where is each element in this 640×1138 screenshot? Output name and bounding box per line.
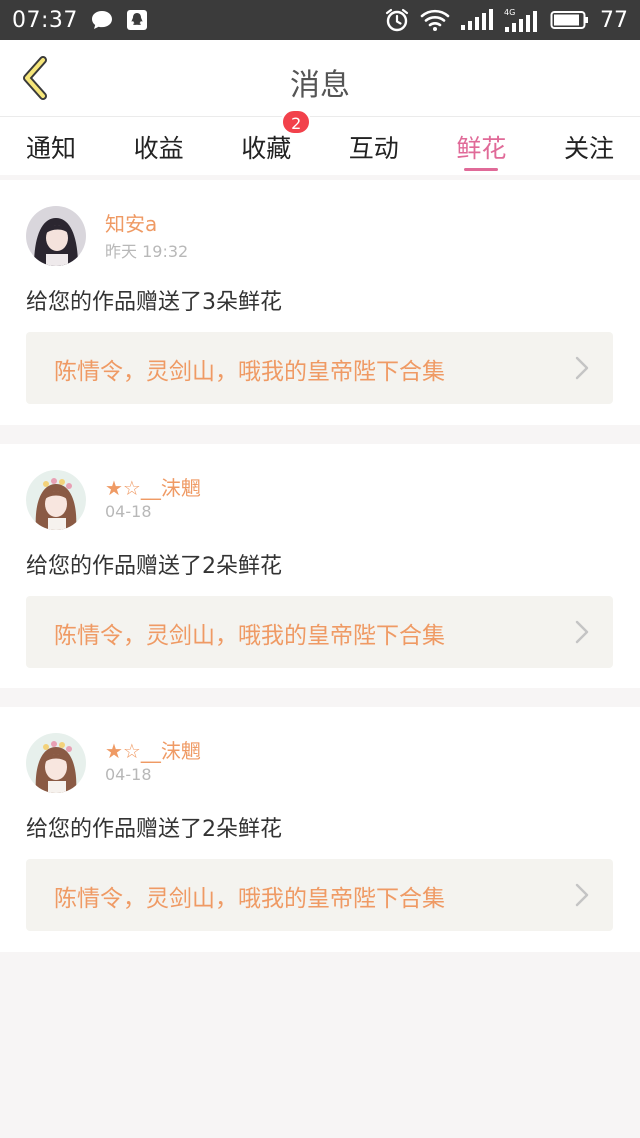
message-card: ★☆__沫魍 04-18 给您的作品赠送了2朵鲜花 陈情令，灵剑山，哦我的皇帝陛… [0, 707, 640, 952]
alarm-icon [384, 7, 410, 33]
tab-label: 互动 [348, 134, 399, 163]
status-time: 07:37 [12, 7, 78, 33]
tab-notifications[interactable]: 通知 [26, 117, 76, 175]
work-link[interactable]: 陈情令，灵剑山，哦我的皇帝陛下合集 [26, 332, 613, 404]
message-card: ★☆__沫魍 04-18 给您的作品赠送了2朵鲜花 陈情令，灵剑山，哦我的皇帝陛… [0, 444, 640, 688]
work-title: 陈情令，灵剑山，哦我的皇帝陛下合集 [54, 359, 445, 385]
message-bubble-icon [90, 9, 114, 31]
message-text: 给您的作品赠送了2朵鲜花 [26, 817, 282, 842]
work-link[interactable]: 陈情令，灵剑山，哦我的皇帝陛下合集 [26, 596, 613, 668]
tab-label: 鲜花 [456, 134, 507, 163]
wifi-icon [420, 8, 450, 32]
battery-icon [550, 9, 590, 31]
tab-favorites[interactable]: 收藏 2 [241, 109, 312, 175]
page-title: 消息 [290, 68, 350, 103]
svg-text:4G: 4G [504, 8, 515, 17]
tab-label: 收藏 [241, 134, 292, 163]
tab-following[interactable]: 关注 [564, 117, 614, 175]
tab-label: 收益 [133, 134, 184, 163]
message-card: 知安a 昨天 19:32 给您的作品赠送了3朵鲜花 陈情令，灵剑山，哦我的皇帝陛… [0, 180, 640, 425]
message-text: 给您的作品赠送了2朵鲜花 [26, 554, 282, 579]
signal-icon [460, 9, 494, 31]
work-title: 陈情令，灵剑山，哦我的皇帝陛下合集 [54, 886, 445, 912]
message-text: 给您的作品赠送了3朵鲜花 [26, 290, 282, 315]
tab-flowers[interactable]: 鲜花 [456, 117, 506, 175]
message-time: 04-18 [105, 502, 152, 521]
qq-icon [126, 9, 148, 31]
sender-name[interactable]: 知安a [105, 208, 157, 237]
tab-bar: 通知 收益 收藏 2 互动 鲜花 关注 [0, 109, 640, 175]
tab-label: 通知 [26, 134, 77, 163]
avatar[interactable] [26, 470, 86, 530]
tab-label: 关注 [563, 134, 614, 163]
sender-name[interactable]: ★☆__沫魍 [105, 472, 201, 501]
message-time: 昨天 19:32 [105, 242, 189, 261]
tab-earnings[interactable]: 收益 [134, 117, 184, 175]
avatar[interactable] [26, 733, 86, 793]
status-bar: 07:37 4G 77 [0, 0, 640, 40]
tab-interactions[interactable]: 互动 [349, 117, 399, 175]
app-header: 消息 [0, 40, 640, 117]
avatar[interactable] [26, 206, 86, 266]
signal-4g-icon: 4G [504, 7, 540, 33]
sender-name[interactable]: ★☆__沫魍 [105, 735, 201, 764]
chevron-right-icon [575, 620, 589, 644]
chevron-right-icon [575, 356, 589, 380]
active-tab-indicator [464, 168, 499, 171]
message-time: 04-18 [105, 765, 152, 784]
work-title: 陈情令，灵剑山，哦我的皇帝陛下合集 [54, 623, 445, 649]
battery-percent: 77 [600, 7, 628, 33]
unread-badge: 2 [281, 109, 312, 135]
chevron-right-icon [575, 883, 589, 907]
work-link[interactable]: 陈情令，灵剑山，哦我的皇帝陛下合集 [26, 859, 613, 931]
